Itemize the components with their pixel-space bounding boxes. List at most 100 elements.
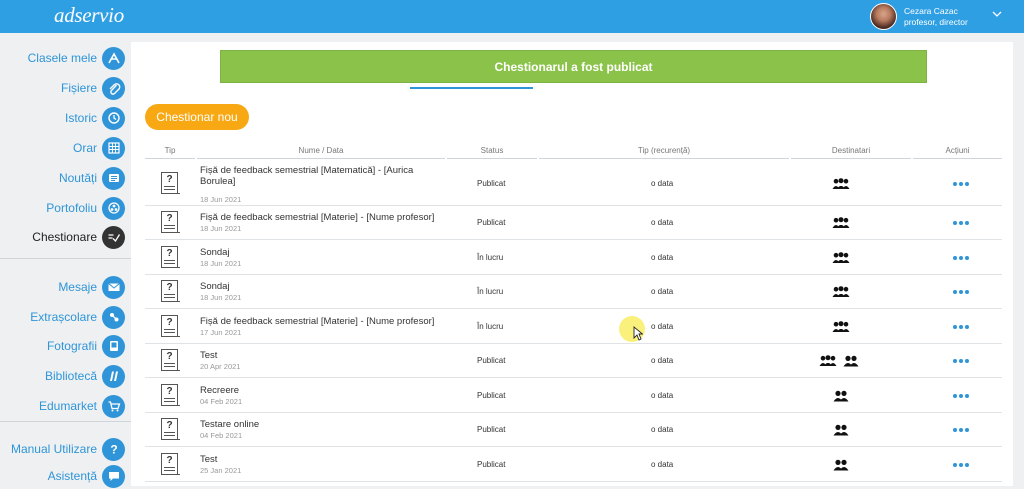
main-panel: Chestionarul a fost publicat Chestionar … bbox=[131, 42, 1013, 486]
sidebar-item-activities[interactable]: Extrașcolare bbox=[30, 304, 125, 330]
table-row[interactable]: ? Sondaj 18 Jun 2021 În lucru o data bbox=[145, 240, 1002, 275]
active-tab-indicator bbox=[410, 87, 533, 89]
row-actions-menu-icon[interactable] bbox=[953, 290, 969, 296]
recipients-cell bbox=[832, 251, 850, 269]
questionnaire-date: 20 Apr 2021 bbox=[200, 362, 241, 371]
sidebar-item-label: Istoric bbox=[64, 111, 97, 125]
sidebar-item-chat[interactable]: Asistență bbox=[48, 463, 125, 489]
calendar-grid-icon bbox=[102, 136, 125, 160]
group-recipients-icon bbox=[819, 354, 837, 372]
sidebar-item-news[interactable]: Noutăți bbox=[59, 165, 125, 191]
table-row[interactable]: ? Recreere 04 Feb 2021 Publicat o data bbox=[145, 378, 1002, 413]
sidebar-item-help[interactable]: Manual Utilizare? bbox=[11, 436, 125, 462]
user-menu[interactable]: Cezara Cazac profesor, director bbox=[870, 3, 968, 30]
table-row[interactable]: ? Testare online 04 Feb 2021 Publicat o data bbox=[145, 413, 1002, 447]
sidebar-item-label: Orar bbox=[73, 141, 97, 155]
top-bar: adservio Cezara Cazac profesor, director bbox=[0, 0, 1024, 33]
svg-text:?: ? bbox=[110, 443, 117, 457]
questionnaire-date: 18 Jun 2021 bbox=[200, 258, 242, 268]
table-row[interactable]: ? Fișă de feedback semestrial [Materie] -… bbox=[145, 309, 1002, 344]
recipients-cell bbox=[819, 354, 860, 372]
sidebar-item-checkmark-list[interactable]: Chestionare bbox=[32, 224, 125, 250]
sidebar-item-label: Chestionare bbox=[32, 230, 97, 244]
questionnaire-name[interactable]: Recreere bbox=[200, 385, 450, 396]
sidebar-item-envelope[interactable]: Mesaje bbox=[58, 274, 125, 300]
row-actions-menu-icon[interactable] bbox=[953, 181, 969, 188]
sidebar-item-label: Clasele mele bbox=[27, 51, 97, 65]
sidebar-item-label: Extrașcolare bbox=[30, 310, 97, 324]
sidebar-divider bbox=[0, 258, 131, 259]
recipients-cell bbox=[832, 389, 850, 407]
pair-recipients-icon bbox=[832, 458, 850, 476]
recipients-cell bbox=[832, 320, 850, 338]
user-role: profesor, director bbox=[904, 16, 968, 27]
table-row[interactable]: ? Fișă de feedback semestrial [Matematică… bbox=[145, 161, 1002, 206]
sidebar-item-label: Mesaje bbox=[58, 280, 97, 294]
questionnaire-date: 17 Jun 2021 bbox=[200, 327, 242, 337]
avatar[interactable] bbox=[870, 3, 897, 30]
questionnaire-name[interactable]: Fișă de feedback semestrial [Materie] - … bbox=[200, 212, 450, 223]
questionnaire-name[interactable]: Sondaj bbox=[200, 247, 450, 258]
new-questionnaire-button[interactable]: Chestionar nou bbox=[145, 104, 249, 130]
sidebar-item-portfolio[interactable]: Portofoliu bbox=[46, 195, 125, 221]
recurrence-label: o data bbox=[651, 321, 674, 331]
group-recipients-icon bbox=[832, 177, 850, 195]
questionnaire-type-icon: ? bbox=[161, 171, 180, 194]
questionnaire-type-icon: ? bbox=[161, 452, 180, 475]
chevron-down-icon[interactable] bbox=[992, 9, 1002, 19]
row-actions-menu-icon[interactable] bbox=[953, 324, 969, 331]
row-actions-menu-icon[interactable] bbox=[953, 428, 969, 434]
help-icon: ? bbox=[102, 437, 125, 461]
status-label: Publicat bbox=[477, 178, 506, 188]
sidebar-item-label: Fotografii bbox=[46, 339, 97, 353]
table-row[interactable]: ? Test 25 Jan 2021 Publicat o data bbox=[145, 447, 1002, 482]
mouse-cursor-icon bbox=[633, 326, 643, 341]
questionnaire-date: 18 Jun 2021 bbox=[200, 194, 242, 204]
row-actions-menu-icon[interactable] bbox=[953, 221, 969, 227]
news-icon bbox=[102, 166, 125, 190]
questionnaire-name[interactable]: Test bbox=[200, 454, 450, 465]
sidebar-item-label: Asistență bbox=[47, 469, 97, 483]
sidebar-item-books[interactable]: Bibliotecă bbox=[45, 363, 125, 389]
sidebar-item-history[interactable]: Istoric bbox=[65, 105, 125, 131]
questionnaire-name[interactable]: Fișă de feedback semestrial [Matematică]… bbox=[200, 165, 450, 187]
row-actions-menu-icon[interactable] bbox=[953, 393, 969, 400]
photos-icon bbox=[102, 334, 125, 358]
row-actions-menu-icon[interactable] bbox=[953, 359, 969, 365]
adservio-logo[interactable]: adservio bbox=[54, 3, 124, 28]
questionnaire-date: 04 Feb 2021 bbox=[200, 431, 243, 440]
table-row[interactable]: ? Sondaj 18 Jun 2021 În lucru o data bbox=[145, 275, 1002, 309]
sidebar-item-label: Noutăți bbox=[58, 171, 97, 185]
questionnaire-name[interactable]: Sondaj bbox=[200, 281, 450, 292]
sidebar-item-classroom[interactable]: Clasele mele bbox=[28, 45, 125, 71]
recipients-cell bbox=[832, 177, 850, 195]
questionnaire-name[interactable]: Fișă de feedback semestrial [Materie] - … bbox=[200, 316, 450, 327]
pair-recipients-icon bbox=[832, 423, 850, 441]
recipients-cell bbox=[832, 458, 850, 476]
questionnaire-type-icon: ? bbox=[161, 349, 180, 371]
sidebar-item-label: Manual Utilizare bbox=[10, 442, 97, 456]
sidebar-divider bbox=[0, 421, 131, 422]
questionnaire-type-icon: ? bbox=[161, 418, 180, 440]
user-name: Cezara Cazac bbox=[904, 5, 958, 16]
questionnaire-type-icon: ? bbox=[161, 280, 180, 302]
questionnaire-type-icon: ? bbox=[161, 314, 180, 337]
recurrence-label: o data bbox=[651, 287, 674, 296]
questionnaire-type-icon: ? bbox=[161, 245, 180, 268]
sidebar-item-paperclip[interactable]: Fișiere bbox=[61, 75, 125, 101]
table-row[interactable]: ? Test 20 Apr 2021 Publicat o data bbox=[145, 344, 1002, 378]
success-toast: Chestionarul a fost publicat bbox=[220, 50, 927, 83]
recurrence-label: o data bbox=[651, 252, 674, 262]
pair-recipients-icon bbox=[832, 389, 850, 407]
questionnaire-type-icon: ? bbox=[161, 383, 180, 406]
row-actions-menu-icon[interactable] bbox=[953, 255, 969, 262]
sidebar-item-cart[interactable]: Edumarket bbox=[39, 393, 125, 419]
row-actions-menu-icon[interactable] bbox=[953, 462, 969, 469]
table-row[interactable]: ? Fișă de feedback semestrial [Materie] -… bbox=[145, 206, 1002, 240]
sidebar-item-calendar-grid[interactable]: Orar bbox=[73, 135, 125, 161]
sidebar-item-photos[interactable]: Fotografii bbox=[47, 333, 125, 359]
sidebar-item-label: Edumarket bbox=[38, 399, 97, 413]
recurrence-label: o data bbox=[651, 425, 674, 434]
questionnaire-name[interactable]: Test bbox=[200, 350, 450, 361]
questionnaire-name[interactable]: Testare online bbox=[200, 419, 450, 430]
